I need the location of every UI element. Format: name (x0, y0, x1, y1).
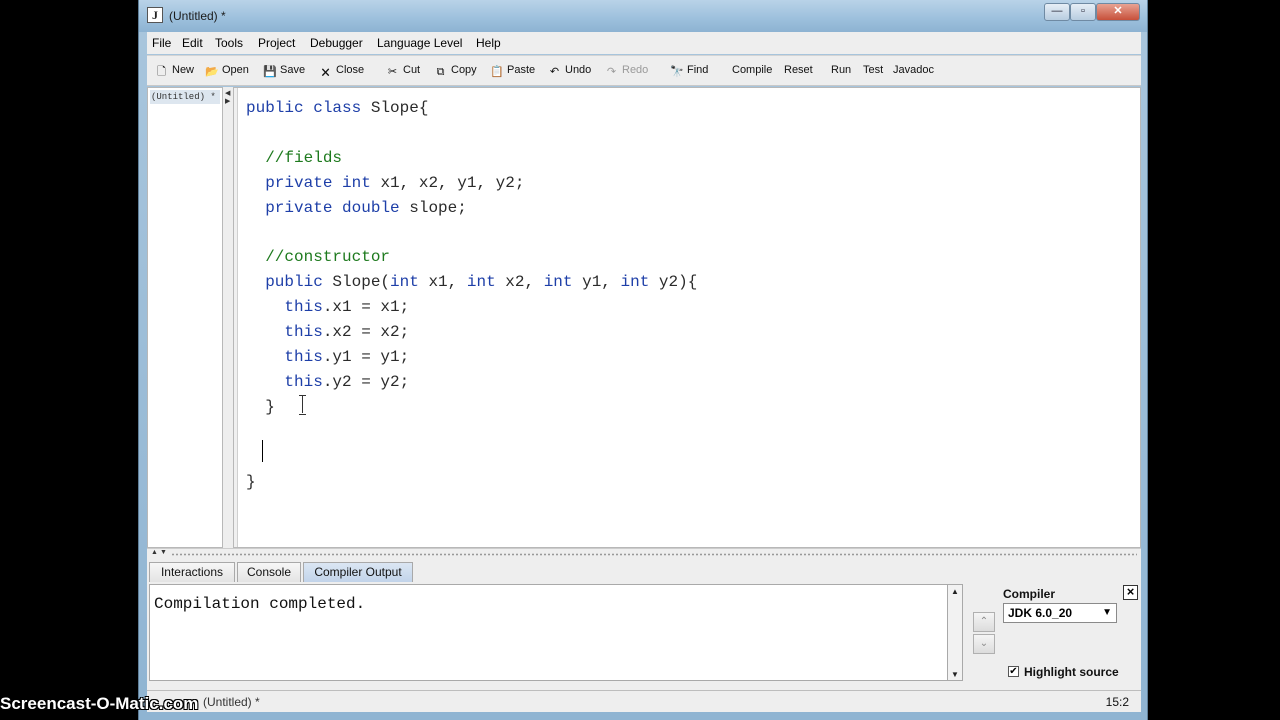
code-line[interactable] (246, 420, 697, 445)
close-pane-icon[interactable]: × (1123, 585, 1138, 600)
chevron-down-icon: ▼ (1102, 607, 1112, 618)
javadoc-button[interactable]: Javadoc (893, 64, 934, 76)
collapse-left-icon[interactable]: ◀ (225, 89, 230, 97)
save-button[interactable]: 💾 Save (263, 64, 305, 78)
scroll-down-icon[interactable]: ▼ (951, 670, 959, 679)
binoculars-icon: 🔭 (670, 66, 684, 78)
copy-icon: ⧉ (436, 66, 445, 78)
code-line[interactable]: public Slope(int x1, int x2, int y1, int… (246, 270, 697, 295)
menu-tools[interactable]: Tools (215, 36, 243, 50)
reset-button[interactable]: Reset (784, 64, 813, 76)
code-line[interactable]: private int x1, x2, y1, y2; (246, 171, 697, 196)
redo-icon: ↷ (606, 66, 617, 78)
status-bar: (Untitled) * 15:2 (147, 690, 1141, 712)
document-list: (Untitled) * (147, 87, 223, 548)
text-caret (262, 440, 263, 462)
code-line[interactable]: //constructor (246, 245, 697, 270)
cut-button[interactable]: ✂ Cut (386, 64, 420, 78)
watermark-logo: Screencast-O-Matic.com (0, 694, 199, 713)
close-file-icon: 🗙 (321, 66, 330, 78)
copy-button[interactable]: ⧉ Copy (434, 64, 477, 78)
scroll-up-icon[interactable]: ▲ (951, 587, 959, 596)
test-button[interactable]: Test (863, 64, 883, 76)
vertical-splitter[interactable]: ◀ ▶ (223, 87, 233, 548)
paste-button[interactable]: 📋 Paste (490, 64, 535, 78)
output-scrollbar[interactable]: ▲ ▼ (947, 584, 963, 681)
document-list-item[interactable]: (Untitled) * (150, 90, 220, 104)
menu-bar: File Edit Tools Project Debugger Languag… (147, 32, 1141, 54)
splitter-grip (171, 553, 1137, 556)
app-window: J (Untitled) * — ▫ ✕ File Edit Tools Pro… (138, 0, 1148, 720)
highlight-source-label: Highlight source (1024, 665, 1119, 679)
code-line[interactable]: this.x1 = x1; (246, 295, 697, 320)
desktop-background (1148, 0, 1280, 720)
highlight-source-checkbox[interactable]: ✔ (1008, 666, 1019, 677)
cursor-position: 15:2 (1105, 695, 1129, 709)
editor-gutter (234, 88, 238, 547)
tab-console[interactable]: Console (237, 562, 301, 582)
open-folder-icon: 📂 (205, 66, 219, 78)
code-line[interactable]: this.y2 = y2; (246, 370, 697, 395)
window-title: (Untitled) * (169, 9, 226, 23)
horizontal-splitter[interactable]: ▲ ▼ (147, 548, 1141, 560)
code-line[interactable] (246, 121, 697, 146)
collapse-down-icon[interactable]: ▼ (160, 549, 167, 556)
code-line[interactable]: //fields (246, 146, 697, 171)
undo-button[interactable]: ↶ Undo (548, 64, 591, 78)
menu-debugger[interactable]: Debugger (310, 36, 363, 50)
code-line[interactable]: } (246, 470, 697, 495)
tab-interactions[interactable]: Interactions (149, 562, 235, 582)
menu-file[interactable]: File (152, 36, 171, 50)
code-text[interactable]: public class Slope{ //fields private int… (246, 96, 697, 495)
undo-icon: ↶ (549, 66, 560, 78)
close-file-button[interactable]: 🗙 Close (319, 64, 364, 78)
code-editor[interactable]: public class Slope{ //fields private int… (233, 87, 1141, 548)
menu-language-level[interactable]: Language Level (377, 36, 462, 50)
next-error-button[interactable]: ⌄ (973, 634, 995, 654)
compiler-output-text: Compilation completed. (154, 595, 366, 613)
compiler-label: Compiler (1003, 587, 1056, 601)
maximize-button[interactable]: ▫ (1070, 3, 1096, 21)
find-button[interactable]: 🔭 Find (670, 64, 708, 78)
toolbar: 🗋 New 📂 Open 💾 Save 🗙 Close ✂ Cut ⧉ Copy 📋 Past… (147, 55, 1141, 86)
text-cursor-ibeam-icon (298, 395, 308, 415)
previous-error-button[interactable]: ⌃ (973, 612, 995, 632)
collapse-right-icon[interactable]: ▶ (225, 97, 230, 105)
app-logo-icon: J (147, 7, 163, 23)
menu-help[interactable]: Help (476, 36, 501, 50)
save-disk-icon: 💾 (263, 66, 277, 78)
code-line[interactable] (246, 445, 697, 470)
tab-compiler-output[interactable]: Compiler Output (303, 562, 413, 582)
code-line[interactable]: this.y1 = y1; (246, 345, 697, 370)
collapse-up-icon[interactable]: ▲ (151, 549, 158, 556)
compiler-output-panel[interactable]: Compilation completed. (149, 584, 949, 681)
bottom-pane: Interactions Console Compiler Output Com… (147, 560, 1141, 690)
compiler-selected-value: JDK 6.0_20 (1008, 606, 1073, 620)
compile-button[interactable]: Compile (732, 64, 772, 76)
run-button[interactable]: Run (831, 64, 851, 76)
title-bar[interactable]: J (Untitled) * — ▫ ✕ (139, 0, 1147, 32)
code-line[interactable]: private double slope; (246, 196, 697, 221)
code-line[interactable]: public class Slope{ (246, 96, 697, 121)
compiler-select[interactable]: JDK 6.0_20 ▼ (1003, 603, 1117, 623)
new-file-icon: 🗋 (157, 66, 166, 78)
code-line[interactable] (246, 221, 697, 246)
redo-button[interactable]: ↷ Redo (605, 64, 648, 78)
close-window-button[interactable]: ✕ (1096, 3, 1140, 21)
code-line[interactable]: } (246, 395, 697, 420)
scissors-icon: ✂ (387, 66, 398, 78)
menu-edit[interactable]: Edit (182, 36, 203, 50)
open-button[interactable]: 📂 Open (205, 64, 249, 78)
menu-project[interactable]: Project (258, 36, 295, 50)
code-line[interactable]: this.x2 = x2; (246, 320, 697, 345)
status-filename: (Untitled) * (203, 695, 260, 709)
minimize-button[interactable]: — (1044, 3, 1070, 21)
clipboard-icon: 📋 (490, 66, 504, 78)
new-button[interactable]: 🗋 New (155, 64, 194, 78)
